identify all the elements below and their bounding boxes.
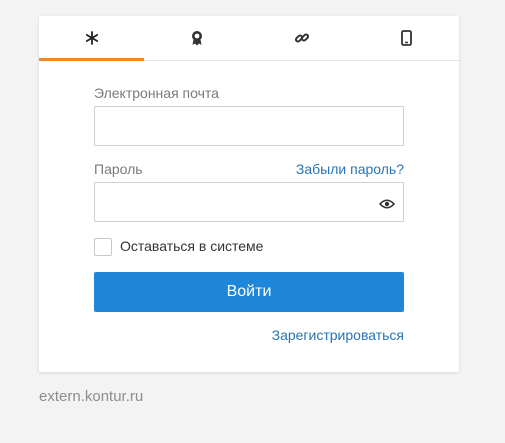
remember-me-label[interactable]: Оставаться в системе: [120, 238, 263, 254]
forgot-password-link[interactable]: Забыли пароль?: [296, 161, 404, 177]
login-button[interactable]: Войти: [94, 272, 404, 312]
asterisk-icon: [85, 31, 99, 45]
tab-link-login[interactable]: [249, 16, 354, 60]
mobile-phone-icon: [401, 30, 412, 46]
show-password-eye-icon[interactable]: [378, 197, 396, 209]
register-link[interactable]: Зарегистрироваться: [272, 327, 404, 343]
remember-me-checkbox[interactable]: [94, 238, 112, 256]
email-label: Электронная почта: [94, 85, 219, 101]
email-field[interactable]: [94, 106, 404, 146]
login-method-tabs: [39, 16, 459, 61]
site-domain-text: extern.kontur.ru: [39, 388, 144, 405]
link-icon: [294, 30, 310, 46]
login-card: Электронная почта Пароль Забыли пароль? …: [39, 16, 459, 372]
certificate-icon: [190, 30, 204, 46]
password-label: Пароль: [94, 161, 143, 177]
tab-password-login[interactable]: [39, 16, 144, 61]
tab-certificate-login[interactable]: [144, 16, 249, 60]
tab-mobile-login[interactable]: [354, 16, 459, 60]
password-field[interactable]: [94, 182, 404, 222]
